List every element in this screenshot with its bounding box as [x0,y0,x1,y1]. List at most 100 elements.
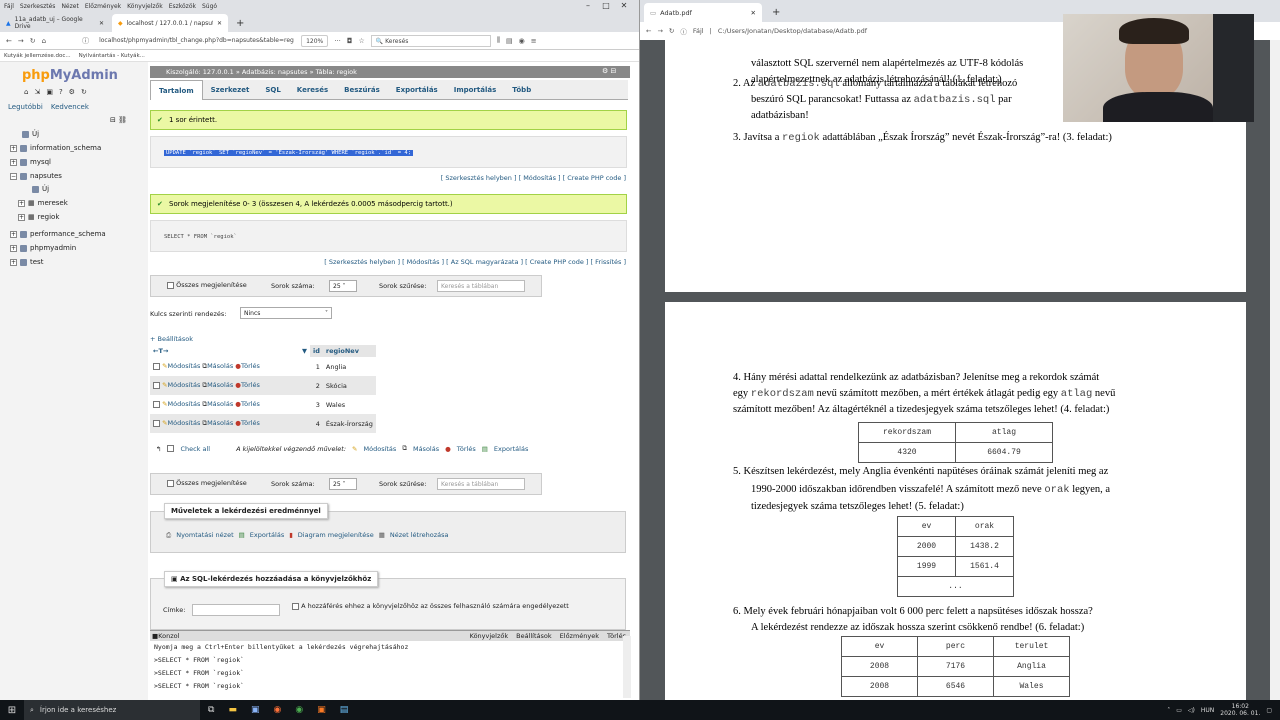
tab-kereses[interactable]: Keresés [289,80,336,100]
firefox-icon[interactable]: ◉ [273,705,281,715]
edit-link[interactable]: Módosítás [168,362,201,370]
task-view-icon[interactable]: ⧉ [208,705,214,715]
close-tab-icon[interactable]: ✕ [751,9,756,17]
console-history-link[interactable]: Előzmények [560,631,599,641]
tree-new[interactable]: Új [22,130,39,138]
copy-link[interactable]: Másolás [207,381,233,389]
sql-query-text[interactable]: UPDATE `regiok` SET `regioNev` = 'Észak-… [164,150,414,156]
console-bookmarks-link[interactable]: Könyvjelzők [470,631,509,641]
file-explorer-icon[interactable]: ▬ [228,705,237,715]
pdf-scrollbar[interactable] [1270,40,1280,700]
forward-icon[interactable]: → [657,27,662,35]
reload-icon[interactable]: ↻ [30,37,36,45]
console-settings-link[interactable]: Beállítások [516,631,552,641]
account-icon[interactable]: ◉ [519,37,525,45]
url-input[interactable]: localhost/phpmyadmin/tbl_change.php?db=n… [95,34,296,47]
tree-napsutes[interactable]: − napsutes [10,172,62,180]
breadcrumb[interactable]: Kiszolgáló: 127.0.0.1 » Adatbázis: napsu… [150,66,630,78]
console-line[interactable]: >SELECT * FROM `regiok` [150,654,630,667]
tree-meresek[interactable]: + ▦ meresek [18,199,68,207]
cell-id[interactable]: 2 [310,376,323,395]
tree-new-table[interactable]: Új [32,185,49,193]
filter-input[interactable]: Keresés a táblában [437,478,525,490]
tree-regiok[interactable]: + ▦ regiok [18,213,59,221]
sql-query-text[interactable]: SELECT * FROM `regiok` [164,234,237,240]
menu-bookmarks[interactable]: Könyvjelzők [127,3,163,10]
favorites-tab[interactable]: Kedvencek [51,103,89,111]
reload-icon[interactable]: ↻ [81,88,87,96]
export-link[interactable]: Exportálás [250,531,284,540]
cell-id[interactable]: 1 [310,357,323,376]
check-all-checkbox[interactable] [167,445,175,452]
edit-link[interactable]: Módosítás [168,400,201,408]
close-tab-icon[interactable]: ✕ [217,20,222,27]
row-checkbox[interactable] [153,419,160,427]
cell-regionev[interactable]: Wales [322,395,376,414]
copy-link[interactable]: Másolás [207,362,233,370]
column-resize-icon[interactable]: ←T→ ▼ [150,345,310,357]
tree-phpmyadmin[interactable]: + phpmyadmin [10,244,76,252]
notifications-icon[interactable]: ▢ [1266,707,1272,714]
check-all-label[interactable]: Check all [180,445,210,453]
notepad-icon[interactable]: ▤ [340,705,349,715]
new-tab-button[interactable]: + [230,14,250,32]
menu-help[interactable]: Súgó [202,3,217,10]
console-scrollbar[interactable] [623,636,631,698]
language-indicator[interactable]: HUN [1201,707,1214,714]
windows-start-icon[interactable]: ⊞ [0,705,24,716]
info-icon[interactable]: ⓘ [82,36,89,46]
show-all-checkbox[interactable]: Összes megjelenítése [167,479,247,487]
docs-icon[interactable]: ? [59,88,63,96]
row-checkbox[interactable] [153,400,160,408]
app-icon[interactable]: ▣ [251,705,260,715]
menu-history[interactable]: Előzmények [85,3,121,10]
tree-information-schema[interactable]: + information_schema [10,144,101,152]
col-header-regionev[interactable]: regioNev [322,345,376,357]
forward-icon[interactable]: → [18,37,24,45]
row-checkbox[interactable] [153,381,160,389]
tree-test[interactable]: + test [10,258,43,266]
tab-tartalom[interactable]: Tartalom [150,79,203,100]
url-input[interactable]: C:/Users/Jonatan/Desktop/database/Adatb.… [718,27,867,35]
edit-link[interactable]: Módosítás [168,419,201,427]
display-chart-link[interactable]: Diagram megjelenítése [298,531,374,540]
menu-icon[interactable]: ≡ [531,37,537,45]
delete-link[interactable]: Törlés [241,419,260,427]
copy-link[interactable]: Másolás [207,400,233,408]
pma-logo[interactable]: phpMyAdmin [22,68,118,83]
back-icon[interactable]: ← [646,27,651,35]
expand-icon[interactable]: + [10,258,17,266]
delete-link[interactable]: Törlés [241,381,260,389]
show-all-checkbox[interactable]: Összes megjelenítése [167,281,247,289]
expand-icon[interactable]: + [10,144,17,152]
tab-szerkezet[interactable]: Szerkezet [203,80,258,100]
taskbar-search[interactable]: ⌕ Írjon ide a kereséshez [24,700,200,720]
volume-icon[interactable]: ◁) [1188,707,1195,714]
home-icon[interactable]: ⌂ [42,37,46,45]
settings-icon[interactable]: ⚙ [69,88,75,96]
maximize-icon[interactable]: □ [596,0,616,12]
tree-mysql[interactable]: + mysql [10,158,51,166]
cell-id[interactable]: 4 [310,414,323,433]
options-link[interactable]: + Beállítások [150,335,193,343]
tray-up-icon[interactable]: ˄ [1167,707,1170,714]
sort-select[interactable]: Nincs ˅ [240,307,332,319]
query-links[interactable]: [ Szerkesztés helyben ] [ Módosítás ] [ … [240,258,626,266]
library-icon[interactable]: ⫼ [497,36,500,45]
bulk-export-button[interactable]: Exportálás [494,445,528,453]
close-tab-icon[interactable]: ✕ [99,20,104,27]
recent-tab[interactable]: Legutóbbi [8,103,43,111]
sidebar-icon[interactable]: ▤ [506,37,513,45]
collapse-link-icon[interactable]: ⊟ ⛓ [110,116,127,124]
console-title[interactable]: Konzol [158,631,179,641]
minimize-icon[interactable]: – [578,0,598,12]
console-line[interactable]: >SELECT * FROM `regiok` [150,680,630,693]
chrome-icon[interactable]: ◉ [295,705,303,715]
edit-link[interactable]: Módosítás [168,381,201,389]
exit-icon[interactable]: ⇲ [34,88,40,96]
expand-icon[interactable]: + [18,213,25,221]
rows-select[interactable]: 25 ˅ [329,280,357,292]
home-icon[interactable]: ⌂ [24,88,28,96]
cell-regionev[interactable]: Skócia [322,376,376,395]
new-tab-button[interactable]: + [766,3,786,21]
